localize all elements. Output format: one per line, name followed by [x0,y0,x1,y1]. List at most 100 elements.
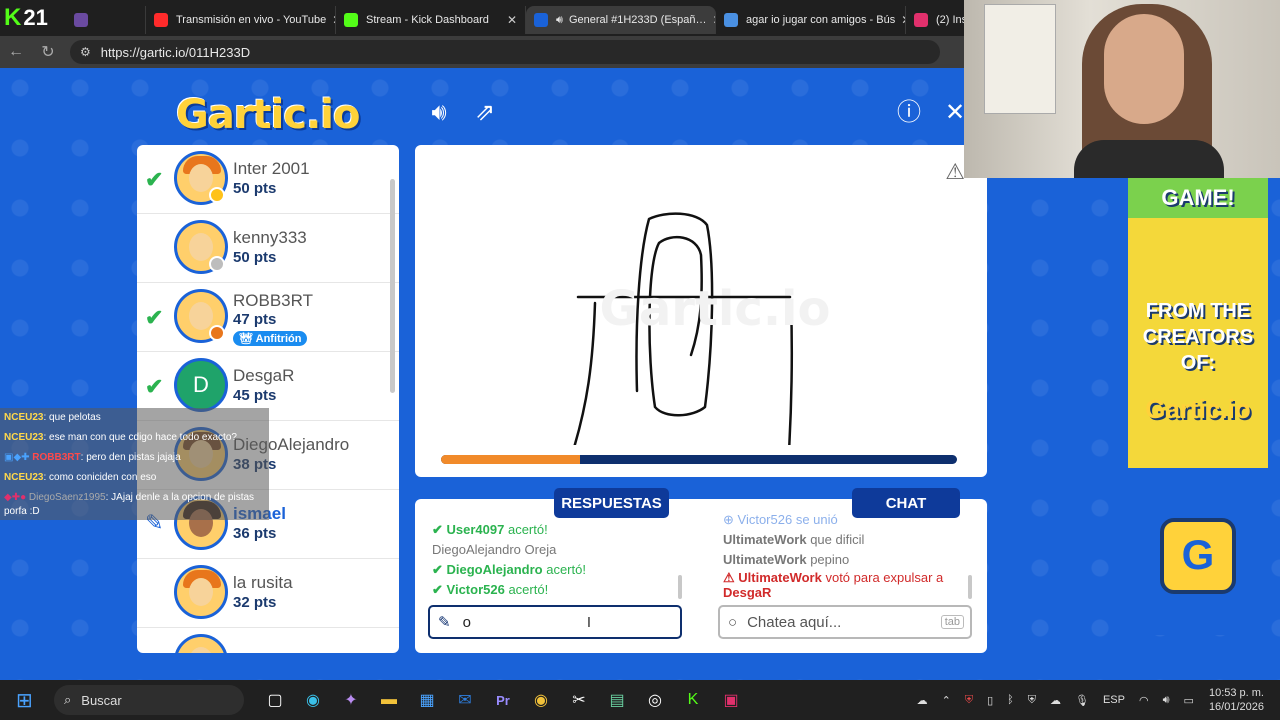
reload-icon[interactable]: ↻ [32,42,64,62]
chat-text: votó para expulsar a [825,570,944,585]
tab-label: agar io jugar con amigos - Bús [746,14,896,26]
chat-input[interactable]: ○ Chatea aquí... tab [718,605,972,639]
tab-hidden[interactable] [66,6,146,34]
site-info-icon[interactable]: ⚙ [80,45,91,59]
tab-counter: 21 [23,5,48,30]
tab-label: General #1H233D (Españ… [568,14,707,26]
drawing-stroke [573,301,597,445]
defender-icon[interactable]: ⛨ [1028,694,1036,707]
battery-icon[interactable]: ▭ [1184,694,1194,707]
chat-text: pepino [810,552,850,567]
windows-start-icon[interactable]: ⊞ [16,688,40,712]
capcut-icon[interactable]: ✂ [560,685,598,715]
gartic-logo: Gartic.io [176,92,360,138]
chevron-up-icon[interactable]: ⌃ [942,694,951,707]
tab-gartic[interactable]: 🔊︎ General #1H233D (Españ…✕ [526,6,716,34]
tab-search[interactable]: agar io jugar con amigos - Bús✕ [716,6,906,34]
answers-scrollbar[interactable] [678,575,682,599]
notepad-icon[interactable]: ▤ [598,685,636,715]
ad-banner[interactable]: GAME! FROM THE CREATORS OF: Gartic.io G [1128,178,1268,635]
address-bar: ← ↻ ⚙ https://gartic.io/011H233D [0,36,964,68]
report-warning-icon[interactable]: ⚠ [945,159,965,185]
info-icon[interactable]: ⓘ [894,98,924,128]
answer-input[interactable]: ✎ o I [428,605,682,639]
answer-text: acertó! [508,582,549,597]
app-icon[interactable]: ▣ [712,685,750,715]
overlay-chat-line: NCEU23: como coniciden con eso [4,468,269,488]
player-row[interactable]: ✔ Inter 2001 50 pts [137,145,399,214]
player-row[interactable] [137,628,399,653]
usb-icon[interactable]: ▯ [987,694,993,707]
back-icon[interactable]: ← [0,43,32,61]
share-icon[interactable]: ⇗ [470,98,500,128]
tab-label: Transmisión en vivo - YouTube [176,14,327,26]
avatar [174,634,228,653]
wifi-icon[interactable]: ◠ [1139,694,1149,707]
player-row[interactable]: ✔ ROBB3RT 47 pts 👑︎ Anfitrión [137,283,399,352]
chat-text: se unió [795,512,838,527]
url-field[interactable]: ⚙ https://gartic.io/011H233D [70,40,940,64]
chat-placeholder: Chatea aquí... [747,613,842,631]
chrome-icon[interactable]: ◉ [522,685,560,715]
stream-overlay-chat: NCEU23: que pelotas NCEU23: ese man con … [0,408,269,520]
sound-icon[interactable]: 🔊︎ [424,98,454,128]
shield-icon[interactable]: ⛨ [965,694,973,707]
tab-kick[interactable]: Stream - Kick Dashboard ✕ [336,6,526,34]
obs-icon[interactable]: ◎ [636,685,674,715]
chat-target: DesgaR [723,585,772,600]
speaker-icon[interactable]: 🔊︎ [556,14,563,27]
ad-tagline: FROM THE CREATORS OF: [1142,300,1254,374]
close-tab-icon[interactable]: ✕ [707,13,715,27]
tab-answers[interactable]: RESPUESTAS [554,488,669,518]
cloud-icon[interactable]: ☁ [1050,694,1061,707]
overlay-chat-user: DiegoSaenz1995 [28,492,106,503]
kick-app-icon[interactable]: K [674,685,712,715]
player-row[interactable]: kenny333 50 pts [137,214,399,283]
task-view-icon[interactable]: ▢ [256,685,294,715]
bluetooth-icon[interactable]: ᛒ [1007,694,1014,706]
clock-date: 16/01/2026 [1208,701,1264,713]
file-explorer-icon[interactable]: ▬ [370,685,408,715]
close-tab-icon[interactable]: ✕ [895,13,905,27]
drawing-canvas[interactable]: Gartic.io ⚠ [415,145,987,477]
language-indicator[interactable]: ESP [1103,694,1125,706]
answer-item: DiegoAlejandro Oreja [432,540,586,560]
overlay-chat-line: NCEU23: que pelotas [4,408,269,428]
pencil-icon: ✎ [438,614,451,631]
status-dot [209,325,225,341]
outlook-icon[interactable]: ✉ [446,685,484,715]
close-tab-icon[interactable]: ✕ [326,13,335,27]
url-text: https://gartic.io/011H233D [100,44,251,60]
chat-user: UltimateWork [723,552,807,567]
answer-user: Victor526 [446,582,505,597]
taskbar-search[interactable]: ⌕ Buscar [54,685,244,715]
overlay-chat-user: NCEU23 [4,472,44,483]
players-scrollbar[interactable] [390,179,395,393]
chat-scrollbar[interactable] [968,575,972,599]
streamer-face [1104,14,1184,124]
check-icon: ✔ [432,582,447,597]
clock-time: 10:53 p. m. [1208,687,1264,699]
volume-icon[interactable]: 🔊︎ [1163,694,1170,707]
system-tray: ☁ ⌃ ⛨ ▯ ᛒ ⛨ ☁ 🎙︎ ESP ◠ 🔊︎ ▭ 10:53 p. m. 1… [910,686,1280,714]
mic-icon[interactable]: 🎙︎ [1075,694,1089,707]
text-cursor-icon: I [586,613,592,631]
kick-counter: K 21 [4,4,48,31]
clock[interactable]: 10:53 p. m. 16/01/2026 [1209,686,1264,714]
tab-youtube[interactable]: Transmisión en vivo - YouTube✕ [146,6,336,34]
close-tab-icon[interactable]: ✕ [501,13,517,27]
store-icon[interactable]: ▦ [408,685,446,715]
widgets-icon[interactable]: ☁ [917,694,928,707]
player-row[interactable]: la rusita 32 pts [137,559,399,628]
gartic-icon [534,13,548,27]
premiere-icon[interactable]: Pr [484,685,522,715]
answer-text: acertó! [507,522,548,537]
search-label: Buscar [81,692,122,708]
player-name: Inter 2001 [233,159,310,178]
drawing: Gartic.io [573,212,831,445]
edge-icon[interactable]: ◉ [294,685,332,715]
overlay-chat-user: NCEU23 [4,432,44,443]
copilot-icon[interactable]: ✦ [332,685,370,715]
canvas-watermark: Gartic.io [600,281,831,337]
host-label: Anfitrión [255,333,302,345]
